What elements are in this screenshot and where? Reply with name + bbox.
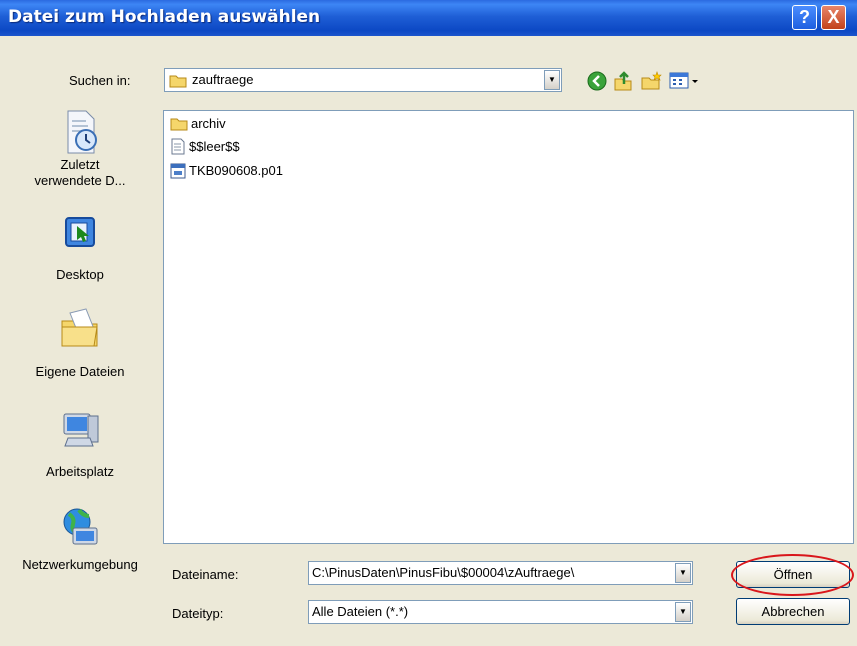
text-file-icon [171,138,185,155]
up-folder-icon[interactable] [612,70,634,92]
place-my-computer[interactable]: Arbeitsplatz [3,410,157,480]
place-label: Desktop [56,267,104,282]
list-item[interactable]: $$leer$$ [170,138,240,156]
back-icon[interactable] [586,70,608,92]
recent-documents-icon [67,110,97,154]
help-button[interactable]: ? [792,5,817,30]
highlight-circle [731,554,854,596]
filetype-label: Dateityp: [172,606,224,621]
filetype-dropdown[interactable]: Alle Dateien (*.*) ▼ [308,600,693,624]
filetype-value: Alle Dateien (*.*) [312,604,409,619]
filename-value: C:\PinusDaten\PinusFibu\$00004\zAuftraeg… [312,565,575,580]
view-menu-icon[interactable] [668,70,702,92]
lookin-dropdown[interactable]: zauftraege ▼ [164,68,562,92]
lookin-value: zauftraege [192,72,254,87]
place-label: Netzwerkumgebung [22,557,138,572]
list-item[interactable]: archiv [170,115,226,133]
chevron-down-icon[interactable]: ▼ [544,70,560,90]
place-network[interactable]: Netzwerkumgebung [3,504,157,573]
cancel-button[interactable]: Abbrechen [736,598,850,625]
file-name: $$leer$$ [189,139,240,155]
title-bar: Datei zum Hochladen auswählen ? X [0,0,857,36]
window-title: Datei zum Hochladen auswählen [8,7,321,27]
chevron-down-icon[interactable]: ▼ [675,602,691,622]
place-label: Eigene Dateien [35,364,125,379]
folder-icon [169,75,187,88]
place-desktop[interactable]: Desktop [3,214,157,283]
file-name: TKB090608.p01 [189,163,283,179]
filename-field[interactable]: C:\PinusDaten\PinusFibu\$00004\zAuftraeg… [308,561,693,585]
new-folder-icon[interactable] [640,70,662,92]
lookin-label: Suchen in: [69,73,131,88]
network-icon [63,508,98,545]
chevron-down-icon[interactable]: ▼ [675,563,691,583]
desktop-icon [65,217,95,247]
close-button[interactable]: X [821,5,846,30]
place-my-documents[interactable]: Eigene Dateien [3,305,157,380]
place-label: Zuletzt verwendete D... [34,157,126,188]
my-computer-icon [63,413,99,447]
place-label: Arbeitsplatz [46,464,114,479]
my-documents-icon [61,308,98,347]
data-file-icon [170,163,186,179]
places-bar: Zuletzt verwendete D... Desktop Eigene D… [3,101,157,621]
filename-label: Dateiname: [172,567,239,582]
place-recent[interactable]: Zuletzt verwendete D... [3,107,157,189]
list-item[interactable]: TKB090608.p01 [170,162,283,180]
file-list[interactable]: archiv $$leer$$ TKB090608.p01 [163,110,854,544]
folder-icon [170,118,188,131]
file-name: archiv [191,116,226,132]
